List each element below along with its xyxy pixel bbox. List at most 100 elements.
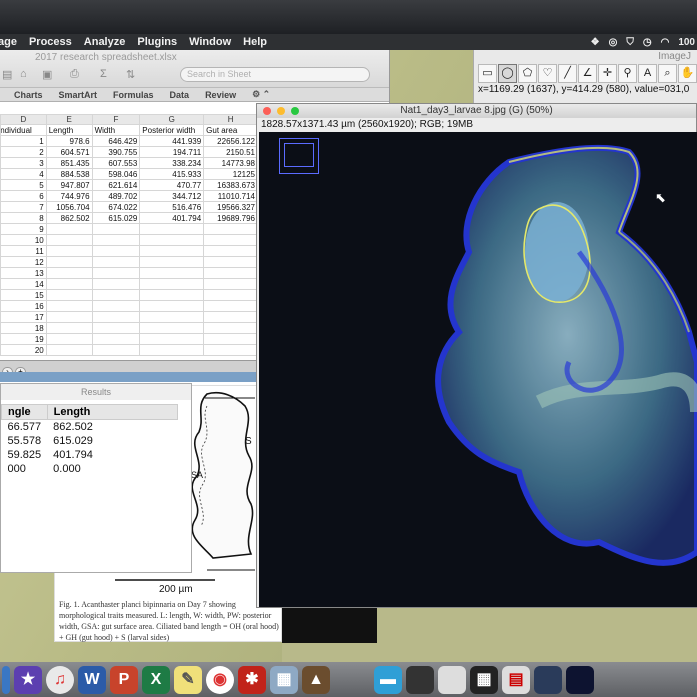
cell[interactable]: 598.046 bbox=[91, 168, 141, 180]
cell[interactable]: 390.755 bbox=[91, 146, 141, 158]
cell[interactable]: 947.807 bbox=[45, 179, 93, 191]
cell[interactable] bbox=[45, 234, 93, 246]
cell[interactable]: 8 bbox=[0, 212, 47, 224]
search-input[interactable]: Search in Sheet bbox=[180, 67, 370, 82]
tab-smartart[interactable]: SmartArt bbox=[59, 90, 98, 100]
column-header[interactable]: E bbox=[45, 114, 93, 125]
cell[interactable] bbox=[139, 344, 205, 356]
cell[interactable]: 11 bbox=[0, 245, 47, 257]
cell[interactable] bbox=[203, 300, 258, 312]
tab-charts[interactable]: Charts bbox=[14, 90, 43, 100]
calculator-icon[interactable]: ▦ bbox=[470, 665, 498, 694]
oval-tool-icon[interactable]: ◯ bbox=[498, 64, 517, 83]
cell[interactable] bbox=[203, 289, 258, 301]
minimize-button[interactable] bbox=[277, 107, 285, 115]
cell[interactable]: 13 bbox=[0, 267, 47, 279]
rectangle-tool-icon[interactable]: ▭ bbox=[478, 64, 497, 83]
cell[interactable] bbox=[45, 223, 93, 235]
cell[interactable]: 884.538 bbox=[45, 168, 93, 180]
cell[interactable] bbox=[45, 245, 93, 257]
menu-help[interactable]: Help bbox=[243, 36, 267, 48]
preview-icon[interactable]: ▦ bbox=[270, 665, 298, 694]
image-canvas[interactable]: ⬉ bbox=[259, 132, 697, 607]
line-tool-icon[interactable]: ╱ bbox=[558, 64, 577, 83]
cell[interactable] bbox=[91, 289, 141, 301]
cell[interactable]: 6 bbox=[0, 190, 47, 202]
menu-window[interactable]: Window bbox=[189, 36, 231, 48]
column-header[interactable]: F bbox=[91, 114, 141, 125]
column-length[interactable]: Length bbox=[46, 404, 178, 420]
cell[interactable]: 2150.51 bbox=[203, 146, 258, 158]
cell[interactable] bbox=[139, 223, 205, 235]
image-thumbnail[interactable] bbox=[534, 665, 562, 694]
cell[interactable] bbox=[139, 267, 205, 279]
cell[interactable] bbox=[91, 223, 141, 235]
cell[interactable]: 20 bbox=[0, 344, 47, 356]
cell[interactable] bbox=[91, 311, 141, 323]
cell[interactable]: Width bbox=[91, 124, 141, 136]
cell[interactable] bbox=[91, 300, 141, 312]
imovie-icon[interactable]: ★ bbox=[14, 665, 42, 694]
cell[interactable] bbox=[139, 289, 205, 301]
cell[interactable] bbox=[45, 256, 93, 268]
column-header[interactable]: H bbox=[203, 114, 258, 125]
cell[interactable]: 7 bbox=[0, 201, 47, 213]
cell[interactable]: 12125 bbox=[203, 168, 258, 180]
cell[interactable]: 11010.714 bbox=[203, 190, 258, 202]
cell[interactable]: 621.614 bbox=[91, 179, 141, 191]
autosum-icon[interactable]: Σ bbox=[100, 68, 114, 80]
cell[interactable] bbox=[45, 278, 93, 290]
cell[interactable] bbox=[203, 333, 258, 345]
cell[interactable]: 1 bbox=[0, 135, 47, 147]
cell[interactable]: 489.702 bbox=[91, 190, 141, 202]
powerpoint-icon[interactable]: P bbox=[110, 665, 138, 694]
cell[interactable]: Individual bbox=[0, 124, 47, 136]
cell[interactable]: 4 bbox=[0, 168, 47, 180]
cell[interactable] bbox=[91, 267, 141, 279]
cell[interactable]: 674.022 bbox=[91, 201, 141, 213]
cell[interactable] bbox=[91, 256, 141, 268]
word-icon[interactable]: W bbox=[78, 665, 106, 694]
photo-icon[interactable]: ▲ bbox=[302, 665, 330, 694]
cell[interactable] bbox=[203, 256, 258, 268]
dropbox-icon[interactable]: ❖ bbox=[591, 37, 600, 48]
cell[interactable] bbox=[91, 245, 141, 257]
cell[interactable]: 516.476 bbox=[139, 201, 205, 213]
cell[interactable] bbox=[45, 300, 93, 312]
close-button[interactable] bbox=[263, 107, 271, 115]
cell[interactable] bbox=[203, 311, 258, 323]
cell[interactable]: 344.712 bbox=[139, 190, 205, 202]
column-header[interactable]: G bbox=[139, 114, 205, 125]
finder-icon[interactable] bbox=[2, 665, 10, 694]
tab-formulas[interactable]: Formulas bbox=[113, 90, 154, 100]
cell[interactable] bbox=[203, 267, 258, 279]
cell[interactable]: 415.933 bbox=[139, 168, 205, 180]
polygon-tool-icon[interactable]: ⬠ bbox=[518, 64, 537, 83]
results-row[interactable]: 000 0.000 bbox=[2, 462, 178, 476]
cell[interactable] bbox=[91, 333, 141, 345]
cell[interactable] bbox=[139, 300, 205, 312]
folder-icon[interactable]: ▬ bbox=[374, 665, 402, 694]
cell[interactable] bbox=[45, 344, 93, 356]
cell[interactable] bbox=[203, 234, 258, 246]
open-icon[interactable]: ⌂ bbox=[20, 68, 34, 80]
tab-review[interactable]: Review bbox=[205, 90, 236, 100]
menu-analyze[interactable]: Analyze bbox=[84, 36, 126, 48]
window-thumbnail[interactable] bbox=[406, 665, 434, 694]
cell[interactable]: 18 bbox=[0, 322, 47, 334]
angle-tool-icon[interactable]: ∠ bbox=[578, 64, 597, 83]
cell[interactable]: 338.234 bbox=[139, 157, 205, 169]
cell[interactable]: 16 bbox=[0, 300, 47, 312]
wand-tool-icon[interactable]: ⚲ bbox=[618, 64, 637, 83]
cell[interactable]: 978.6 bbox=[45, 135, 93, 147]
cell[interactable]: 194.711 bbox=[139, 146, 205, 158]
image-thumbnail[interactable] bbox=[566, 665, 594, 694]
cell[interactable]: 470.77 bbox=[139, 179, 205, 191]
chrome-icon[interactable]: ◉ bbox=[206, 665, 234, 694]
shield-icon[interactable]: ⛉ bbox=[626, 37, 634, 48]
cell[interactable]: Gut area bbox=[203, 124, 258, 136]
document-thumbnail[interactable] bbox=[438, 665, 466, 694]
cell[interactable]: 3 bbox=[0, 157, 47, 169]
cell[interactable]: 615.029 bbox=[91, 212, 141, 224]
cell[interactable]: 12 bbox=[0, 256, 47, 268]
